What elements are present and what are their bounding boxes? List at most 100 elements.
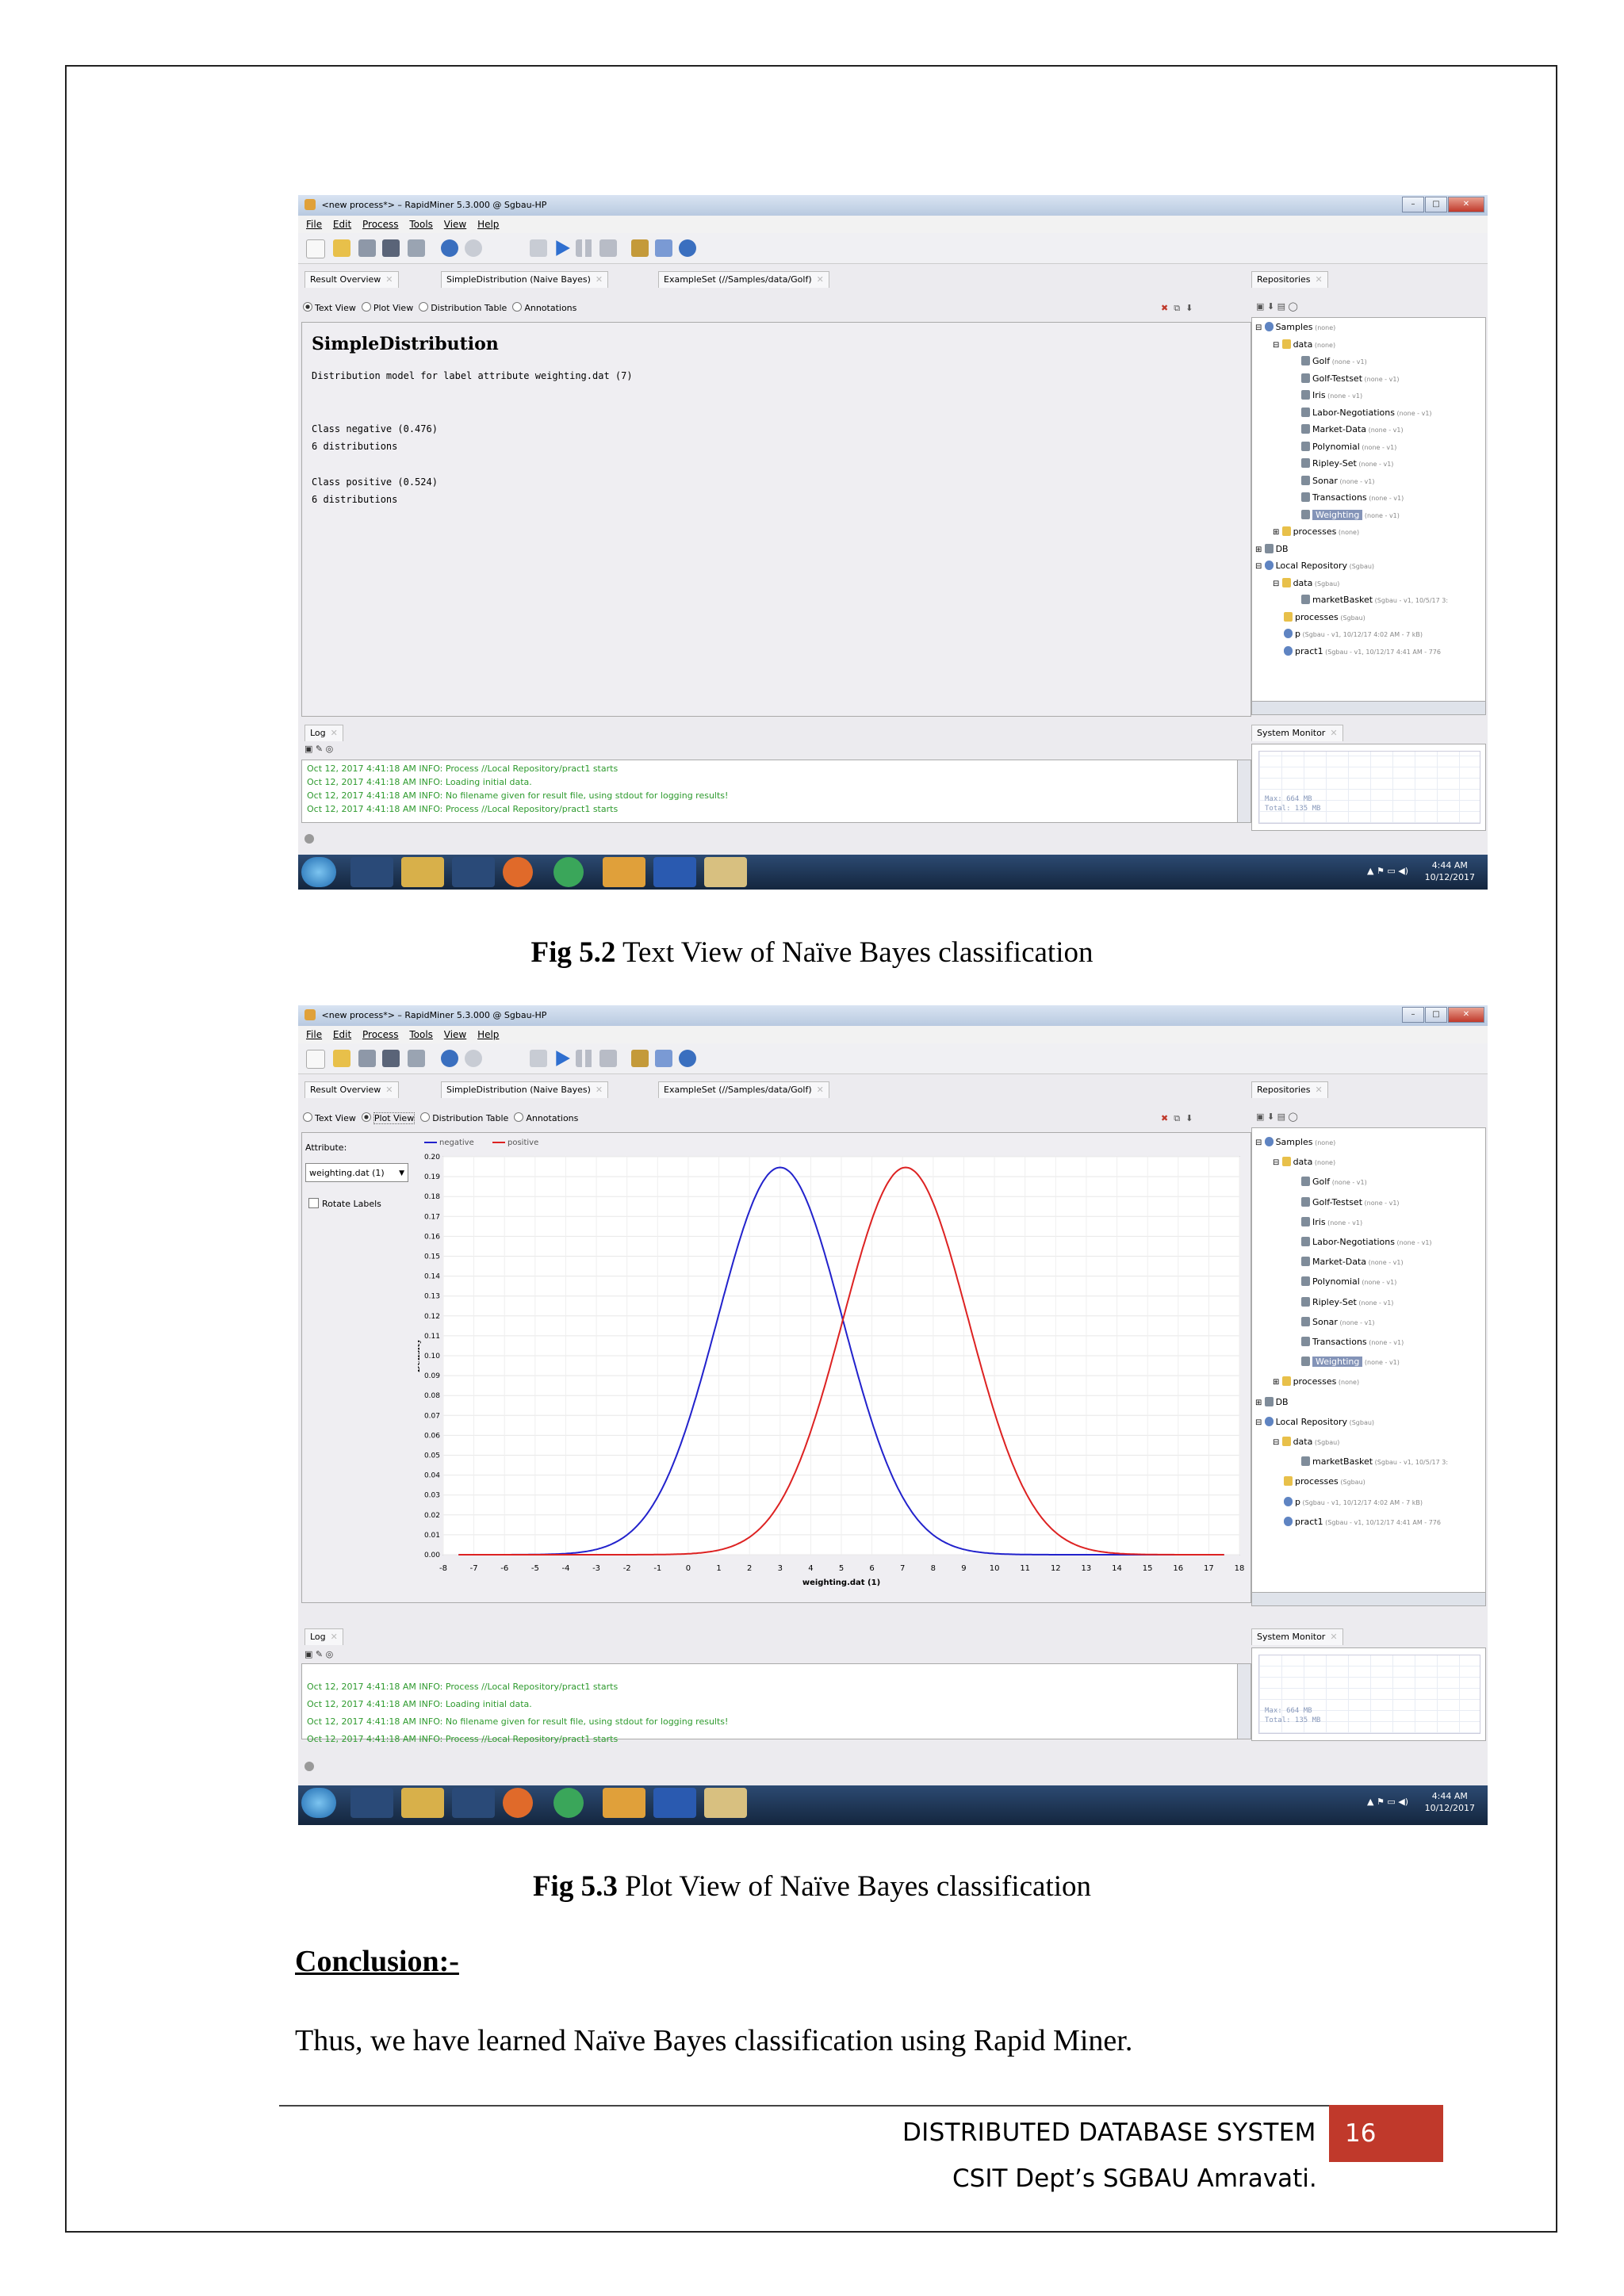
repo-add-icon[interactable]: ▣ xyxy=(1256,301,1264,312)
menu-view[interactable]: View xyxy=(444,1029,466,1040)
tree-node[interactable]: ⊞ processes (none) xyxy=(1255,524,1448,541)
save-icon[interactable] xyxy=(358,239,376,257)
menu-file[interactable]: File xyxy=(306,219,322,230)
info-icon[interactable] xyxy=(679,239,696,257)
expand-icon[interactable]: ⊟ xyxy=(1273,1438,1282,1447)
tree-node[interactable]: Ripley-Set (none - v1) xyxy=(1255,456,1448,473)
menu-tools[interactable]: Tools xyxy=(409,1029,433,1040)
ie-icon[interactable] xyxy=(350,1788,393,1818)
tree-node[interactable]: Ripley-Set (none - v1) xyxy=(1255,1293,1448,1313)
expand-icon[interactable]: ⊟ xyxy=(1273,341,1282,350)
tree-node[interactable]: Iris (none - v1) xyxy=(1255,388,1448,405)
menu-view[interactable]: View xyxy=(444,219,466,230)
ie-icon[interactable] xyxy=(350,857,393,887)
export-icon[interactable]: ⬇ xyxy=(1185,303,1193,313)
close-icon[interactable]: ✕ xyxy=(817,1085,824,1095)
tree-node[interactable]: Labor-Negotiations (none - v1) xyxy=(1255,1233,1448,1253)
media-player-icon[interactable] xyxy=(452,857,495,887)
close-icon[interactable]: ✕ xyxy=(817,274,824,285)
menu-process[interactable]: Process xyxy=(362,1029,399,1040)
perspective-icon[interactable] xyxy=(631,239,649,257)
expand-icon[interactable]: ⊞ xyxy=(1255,1399,1265,1407)
open-icon[interactable] xyxy=(333,239,350,257)
chrome-icon[interactable] xyxy=(553,1788,584,1818)
tree-node[interactable]: ⊟ data (none) xyxy=(1255,1153,1448,1173)
tree-node[interactable]: ⊞ DB xyxy=(1255,1393,1448,1413)
tree-node[interactable]: Transactions (none - v1) xyxy=(1255,1333,1448,1353)
app-icon[interactable] xyxy=(603,1788,645,1818)
tab-system-monitor[interactable]: System Monitor ✕ xyxy=(1251,725,1343,741)
tree-node[interactable]: ⊟ data (none) xyxy=(1255,337,1448,354)
text-view-radio[interactable] xyxy=(303,302,312,312)
distribution-table-radio[interactable] xyxy=(420,1112,431,1122)
plot-view-radio[interactable] xyxy=(361,1112,371,1122)
minimize-button[interactable]: – xyxy=(1402,1007,1424,1023)
open-icon[interactable] xyxy=(333,1050,350,1067)
repo-import-icon[interactable]: ⬇ xyxy=(1267,301,1274,312)
tab-repositories[interactable]: Repositories ✕ xyxy=(1251,1081,1328,1098)
clear-log-icon[interactable]: ✎ xyxy=(316,744,323,754)
undo-icon[interactable] xyxy=(441,239,458,257)
close-icon[interactable]: ✕ xyxy=(1330,1632,1337,1642)
expand-icon[interactable]: ⊟ xyxy=(1273,580,1282,588)
tree-node[interactable]: Golf (none - v1) xyxy=(1255,1173,1448,1192)
tab-log[interactable]: Log ✕ xyxy=(304,1628,343,1645)
tree-node[interactable]: ⊟ Local Repository (Sgbau) xyxy=(1255,558,1448,576)
results-perspective-icon[interactable] xyxy=(655,239,672,257)
expand-icon[interactable]: ⊟ xyxy=(1255,562,1265,571)
app-icon[interactable] xyxy=(603,857,645,887)
print-icon[interactable] xyxy=(408,1050,425,1067)
tree-node[interactable]: Sonar (none - v1) xyxy=(1255,473,1448,491)
repo-folder-icon[interactable]: ▤ xyxy=(1277,301,1285,312)
validate-icon[interactable] xyxy=(530,239,547,257)
explorer-icon[interactable] xyxy=(401,857,444,887)
word-icon[interactable] xyxy=(653,1788,696,1818)
close-icon[interactable]: ✕ xyxy=(1316,274,1323,285)
tree-node[interactable]: Polynomial (none - v1) xyxy=(1255,1272,1448,1292)
menu-help[interactable]: Help xyxy=(477,219,499,230)
tree-node[interactable]: marketBasket (Sgbau - v1, 10/5/17 3: xyxy=(1255,1452,1448,1472)
maximize-button[interactable]: □ xyxy=(1425,1007,1447,1023)
expand-icon[interactable]: ⊞ xyxy=(1273,528,1282,537)
repo-folder-icon[interactable]: ▤ xyxy=(1277,1112,1285,1122)
close-button[interactable]: ✕ xyxy=(1448,1007,1484,1023)
run-icon[interactable] xyxy=(556,1050,570,1066)
tree-node[interactable]: pract1 (Sgbau - v1, 10/12/17 4:41 AM - 7… xyxy=(1255,1513,1448,1533)
delete-icon[interactable]: ✖ xyxy=(1161,303,1168,313)
annotations-radio[interactable] xyxy=(512,302,523,312)
save-as-icon[interactable] xyxy=(382,1050,400,1067)
text-view-radio[interactable] xyxy=(303,1112,312,1122)
tree-node[interactable]: marketBasket (Sgbau - v1, 10/5/17 3: xyxy=(1255,592,1448,610)
export-icon[interactable]: ⬇ xyxy=(1185,1113,1193,1123)
run-icon[interactable] xyxy=(556,240,570,256)
copy-icon[interactable]: ⧉ xyxy=(1174,303,1180,313)
save-log-icon[interactable]: ▣ xyxy=(304,1649,312,1659)
tab-repositories[interactable]: Repositories ✕ xyxy=(1251,271,1328,288)
expand-icon[interactable]: ⊞ xyxy=(1255,545,1265,554)
start-button[interactable] xyxy=(301,1788,336,1818)
tree-node[interactable]: processes (Sgbau) xyxy=(1255,1472,1448,1492)
tree-node[interactable]: Market-Data (none - v1) xyxy=(1255,422,1448,439)
save-log-icon[interactable]: ▣ xyxy=(304,744,312,754)
log-scrollbar[interactable] xyxy=(1237,760,1251,822)
minimize-button[interactable]: – xyxy=(1402,197,1424,212)
close-icon[interactable]: ✕ xyxy=(596,1085,603,1095)
tree-node[interactable]: ⊟ Samples (none) xyxy=(1255,1133,1448,1153)
word-icon[interactable] xyxy=(653,857,696,887)
tree-node[interactable]: ⊞ DB xyxy=(1255,541,1448,559)
new-process-icon[interactable] xyxy=(306,239,325,258)
tab-result-overview[interactable]: Result Overview ✕ xyxy=(304,271,399,288)
search-log-icon[interactable]: ◎ xyxy=(326,744,334,754)
chrome-icon[interactable] xyxy=(553,857,584,887)
tree-node[interactable]: Golf (none - v1) xyxy=(1255,354,1448,371)
search-log-icon[interactable]: ◎ xyxy=(326,1649,334,1659)
validate-icon[interactable] xyxy=(530,1050,547,1067)
expand-icon[interactable]: ⊟ xyxy=(1255,1138,1265,1147)
plot-view-radio[interactable] xyxy=(361,302,371,312)
close-icon[interactable]: ✕ xyxy=(385,274,393,285)
tree-node[interactable]: Transactions (none - v1) xyxy=(1255,490,1448,507)
print-icon[interactable] xyxy=(408,239,425,257)
tree-node[interactable]: Market-Data (none - v1) xyxy=(1255,1253,1448,1272)
tree-node[interactable]: Weighting (none - v1) xyxy=(1255,507,1448,525)
tree-node[interactable]: ⊞ processes (none) xyxy=(1255,1372,1448,1392)
